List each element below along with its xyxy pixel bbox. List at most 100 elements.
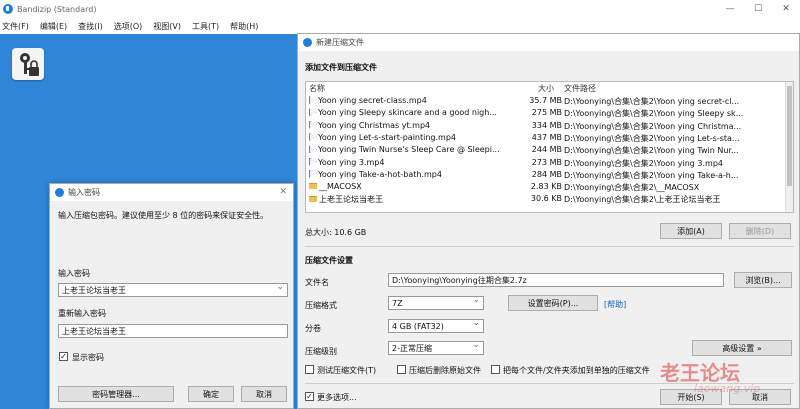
column-header-size[interactable]: 大小 <box>538 83 554 94</box>
enter-password-dialog: 输入密码 ✕ 输入压缩包密码。建议使用至少 8 位的密码来保证安全性。 输入密码… <box>49 183 294 409</box>
file-name-text: Yoon ying Sleepy skincare and a good nig… <box>318 108 497 118</box>
file-path: D:\Yoonying\合集\合集2\Yoon ying secret-cl..… <box>564 97 740 106</box>
more-options-label: 更多选项... <box>317 393 357 402</box>
menu-bar: 文件(F) 编辑(E) 查找(I) 选项(O) 视图(V) 工具(T) 帮助(H… <box>0 18 800 34</box>
file-name: __MACOSX <box>309 182 362 191</box>
file-name-text: Yoon ying 3.mp4 <box>318 157 385 167</box>
folder-icon <box>309 196 317 203</box>
add-button[interactable]: 添加(A) <box>660 223 722 239</box>
bandizip-app-icon <box>3 4 13 14</box>
file-row[interactable]: Yoon ying 3.mp4 273 MB D:\Yoonying\合集\合集2\… <box>306 157 786 170</box>
test-archive-checkbox[interactable] <box>305 365 314 374</box>
help-link[interactable]: [帮助] <box>604 299 626 310</box>
file-name-text: Yoon ying Twin Nurse's Sleep Care @ Slee… <box>318 145 500 155</box>
close-window-button[interactable]: ✕ <box>772 0 800 18</box>
file-list[interactable]: 名称 大小 文件路径 Yoon ying secret-class.mp4 35.… <box>305 81 794 213</box>
file-list-scrollbar[interactable] <box>785 82 793 212</box>
test-archive-label: 测试压缩文件(T) <box>317 366 377 375</box>
divider <box>305 246 794 247</box>
bandizip-icon <box>303 38 312 47</box>
file-size: 2.83 KB <box>530 182 562 192</box>
file-name: Yoon ying Let-s-start-painting.mp4 <box>309 132 456 142</box>
video-file-icon <box>309 96 317 104</box>
show-password-label: 显示密码 <box>72 353 104 362</box>
menu-help[interactable]: 帮助(H) <box>230 21 258 32</box>
file-path: D:\Yoonying\合集\合集2\Yoon ying Twin Nur... <box>564 146 739 156</box>
advanced-settings-button[interactable]: 高级设置 » <box>692 340 792 356</box>
file-row[interactable]: Yoon ying Christmas yt.mp4 334 MB D:\Yoony… <box>306 120 786 133</box>
password-input[interactable]: 上老王论坛当老王 <box>58 282 288 297</box>
file-path: D:\Yoonying\合集\合集2\Yoon ying Let-s-sta..… <box>564 133 740 143</box>
level-select[interactable]: 2-正常压缩 <box>388 340 484 355</box>
format-select[interactable]: 7Z <box>388 295 484 310</box>
add-files-section-title: 添加文件到压缩文件 <box>305 63 377 72</box>
menu-edit[interactable]: 编辑(E) <box>40 21 67 32</box>
delete-button[interactable]: 删除(D) <box>729 223 791 239</box>
ok-button[interactable]: 确定 <box>188 386 234 402</box>
file-row[interactable]: Yoon ying Sleepy skincare and a good nig… <box>306 108 786 120</box>
bandizip-icon <box>55 188 64 197</box>
file-size: 275 MB <box>531 108 562 118</box>
menu-file[interactable]: 文件(F) <box>2 21 29 32</box>
repeat-password-label: 重新输入密码 <box>58 309 106 318</box>
file-path: D:\Yoonying\合集\合集2\Yoon ying Christma... <box>564 121 742 131</box>
more-options-checkbox[interactable]: ✓ <box>305 392 314 401</box>
file-name: 上老王论坛当老王 <box>309 194 383 205</box>
file-path: D:\Yoonying\合集\合集2\Yoon ying Take-a-h... <box>564 170 739 180</box>
file-name-text: Yoon ying Christmas yt.mp4 <box>318 120 431 130</box>
filename-input[interactable]: D:\Yoonying\Yoonying往期合集2.7z <box>388 273 724 287</box>
video-file-icon <box>309 120 317 129</box>
file-size: 35.7 MB <box>529 96 562 105</box>
menu-find[interactable]: 查找(I) <box>78 21 103 32</box>
level-label: 压缩级别 <box>305 347 337 356</box>
column-header-name[interactable]: 名称 <box>309 83 325 94</box>
minimize-button[interactable]: — <box>716 0 744 18</box>
maximize-button[interactable]: ☐ <box>744 0 772 18</box>
password-label: 输入密码 <box>58 269 90 278</box>
file-name: Yoon ying Sleepy skincare and a good nig… <box>309 108 497 117</box>
format-label: 压缩格式 <box>305 301 337 310</box>
watermark-url: laowang.vip <box>694 382 761 395</box>
file-row[interactable]: 上老王论坛当老王 30.6 KB D:\Yoonying\合集\合集2\上老王论坛当… <box>306 194 786 206</box>
scrollbar-thumb[interactable] <box>787 86 792 186</box>
browse-button[interactable]: 浏览(B)... <box>734 272 792 288</box>
file-name: Yoon ying 3.mp4 <box>309 157 385 167</box>
menu-tools[interactable]: 工具(T) <box>192 21 219 32</box>
video-file-icon <box>309 132 317 141</box>
delete-after-checkbox[interactable] <box>397 365 406 374</box>
menu-view[interactable]: 视图(V) <box>153 21 181 32</box>
menu-options[interactable]: 选项(O) <box>114 21 143 32</box>
file-path: D:\Yoonying\合集\合集2\Yoon ying 3.mp4 <box>564 158 723 168</box>
title-bar: Bandizip (Standard) — ☐ ✕ <box>0 0 800 18</box>
repeat-password-input[interactable]: 上老王论坛当老王 <box>58 324 288 338</box>
file-name: Yoon ying secret-class.mp4 <box>309 96 427 105</box>
file-row[interactable]: Yoon ying secret-class.mp4 35.7 MB D:\Yoon… <box>306 96 786 108</box>
file-name-text: Yoon ying Take-a-hot-bath.mp4 <box>318 169 442 179</box>
cancel-button[interactable]: 取消 <box>241 386 287 402</box>
column-header-path[interactable]: 文件路径 <box>564 83 596 94</box>
close-icon[interactable]: ✕ <box>279 187 287 197</box>
file-name-text: __MACOSX <box>319 182 362 192</box>
password-manager-button[interactable]: 密码管理器... <box>58 386 174 402</box>
video-file-icon <box>309 145 317 154</box>
file-row[interactable]: __MACOSX 2.83 KB D:\Yoonying\合集\合集2\__MACO… <box>306 182 786 194</box>
password-instruction: 输入压缩包密码。建议使用至少 8 位的密码来保证安全性。 <box>58 211 269 220</box>
file-row[interactable]: Yoon ying Let-s-start-painting.mp4 437 MB… <box>306 132 786 145</box>
split-select[interactable]: 4 GB (FAT32) <box>388 318 484 333</box>
key-lock-icon <box>12 48 44 80</box>
file-path: D:\Yoonying\合集\合集2\__MACOSX <box>564 183 700 193</box>
file-name-text: 上老王论坛当老王 <box>319 195 383 205</box>
file-row[interactable]: Yoon ying Twin Nurse's Sleep Care @ Slee… <box>306 145 786 157</box>
set-password-button[interactable]: 设置密码(P)... <box>508 295 598 311</box>
file-size: 30.6 KB <box>530 194 562 204</box>
separate-archives-checkbox[interactable] <box>491 365 500 374</box>
video-file-icon <box>309 157 317 166</box>
password-dialog-titlebar: 输入密码 ✕ <box>50 184 293 201</box>
new-archive-dialog: 新建压缩文件 添加文件到压缩文件 名称 大小 文件路径 Yoon ying se… <box>297 33 800 409</box>
password-dialog-title: 输入密码 <box>68 188 100 197</box>
archive-dialog-titlebar: 新建压缩文件 <box>298 34 799 51</box>
split-label: 分卷 <box>305 324 321 333</box>
archive-dialog-title: 新建压缩文件 <box>316 38 364 47</box>
file-row[interactable]: Yoon ying Take-a-hot-bath.mp4 284 MB D:\Yo… <box>306 169 786 182</box>
show-password-checkbox[interactable]: ✓ <box>59 352 68 361</box>
